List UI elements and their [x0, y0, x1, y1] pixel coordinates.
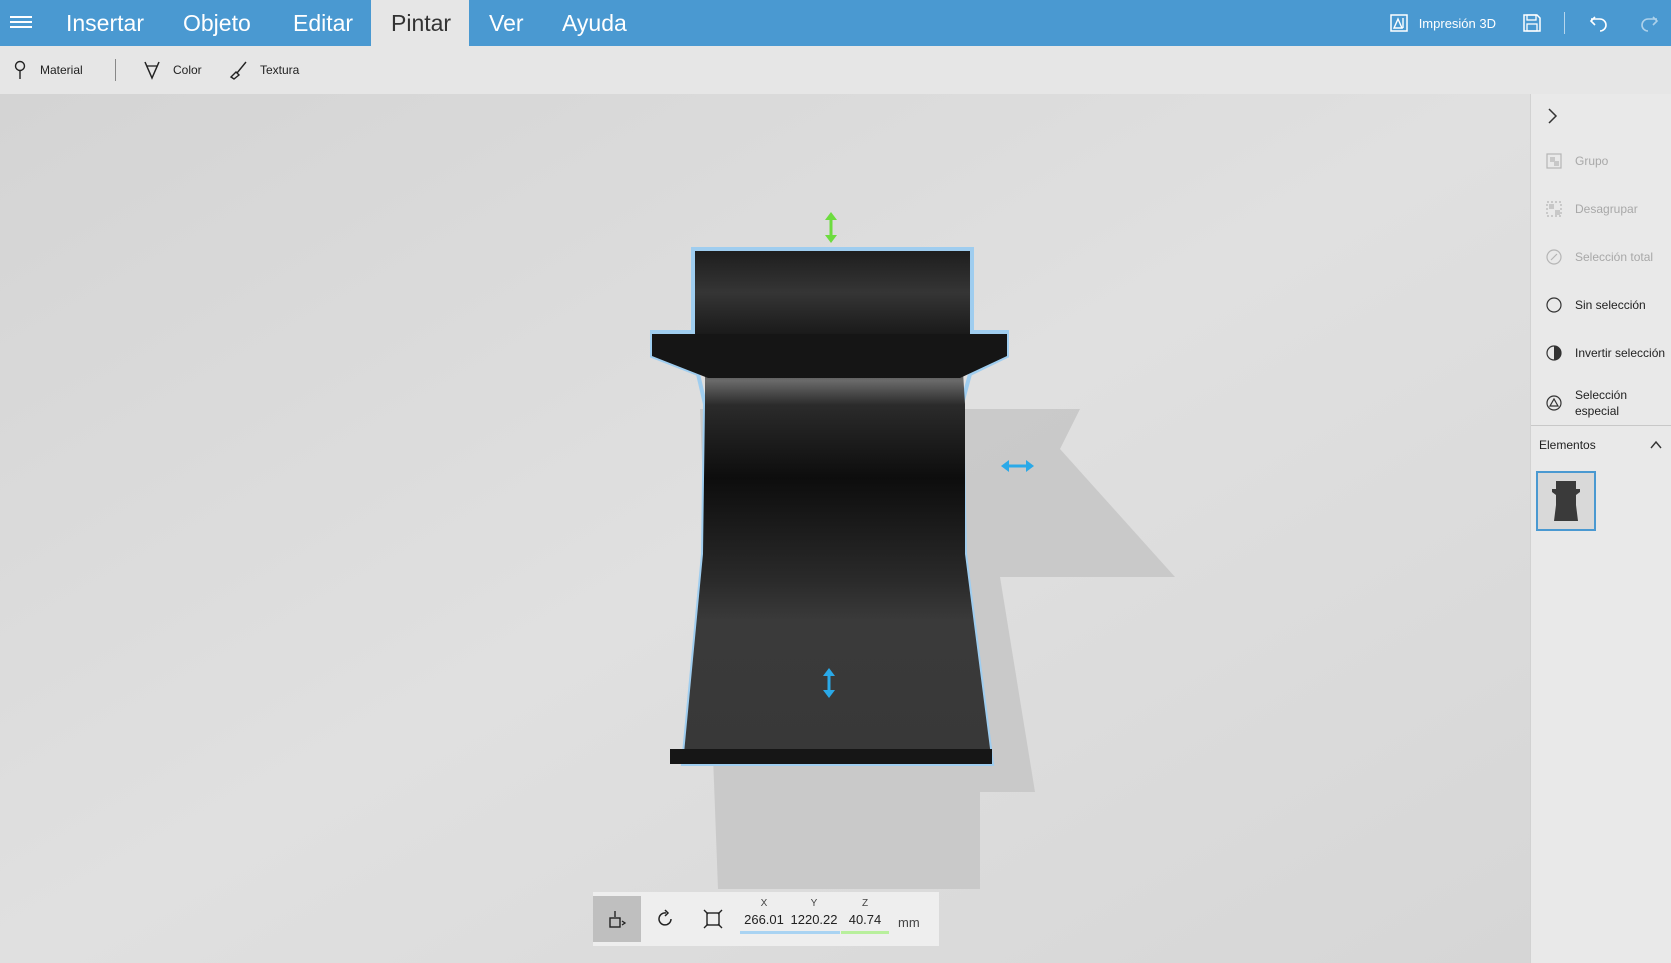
- scale-icon: [703, 909, 723, 929]
- special-selection-button[interactable]: Selección especial: [1545, 387, 1645, 419]
- selection-side-panel: Grupo Desagrupar Selección total Sin sel…: [1530, 94, 1671, 963]
- panel-divider: [1531, 425, 1671, 426]
- y-value[interactable]: 1220.22: [788, 912, 840, 934]
- tab-ayuda[interactable]: Ayuda: [542, 0, 647, 46]
- redo-button[interactable]: [1627, 0, 1671, 46]
- elements-heading: Elementos: [1539, 438, 1596, 452]
- invert-selection-button[interactable]: Invertir selección: [1545, 344, 1665, 362]
- hamburger-menu-icon[interactable]: [10, 13, 32, 33]
- object-top: [695, 251, 970, 334]
- save-button[interactable]: [1506, 0, 1558, 46]
- object-thumbnail-icon: [1552, 481, 1580, 521]
- y-coordinate[interactable]: Y 1220.22: [788, 898, 840, 934]
- material-button[interactable]: Material: [12, 46, 83, 94]
- chevron-right-icon: [1548, 108, 1558, 124]
- object-body: [683, 356, 992, 764]
- title-bar-tools: Impresión 3D: [1379, 0, 1671, 46]
- x-label: X: [760, 898, 768, 909]
- z-value[interactable]: 40.74: [841, 912, 889, 934]
- print-3d-icon: [1389, 14, 1408, 32]
- tab-editar[interactable]: Editar: [273, 0, 373, 46]
- print-3d-button[interactable]: Impresión 3D: [1379, 0, 1506, 46]
- collapse-panel-button[interactable]: [1545, 106, 1561, 131]
- move-tool-button[interactable]: [593, 896, 641, 942]
- undo-icon: [1589, 16, 1607, 32]
- z-label: Z: [861, 898, 869, 909]
- select-none-button[interactable]: Sin selección: [1545, 296, 1646, 314]
- transform-toolbar: X 266.01 Y 1220.22 Z 40.74 mm: [593, 892, 939, 946]
- undo-button[interactable]: [1571, 0, 1627, 46]
- x-value[interactable]: 266.01: [740, 912, 788, 934]
- object-ledge: [652, 334, 1007, 378]
- group-icon: [1545, 152, 1563, 170]
- ungroup-icon: [1545, 200, 1563, 218]
- select-none-icon: [1545, 296, 1563, 314]
- invert-selection-icon: [1545, 344, 1563, 362]
- y-label: Y: [810, 898, 818, 909]
- color-button[interactable]: Color: [143, 46, 202, 94]
- redo-icon: [1641, 16, 1659, 32]
- menu-bar: Insertar Objeto Editar Pintar Ver Ayuda …: [0, 0, 1671, 46]
- save-icon: [1523, 14, 1541, 32]
- rotate-tool-button[interactable]: [641, 896, 689, 942]
- scale-tool-button[interactable]: [689, 896, 737, 942]
- ribbon-separator: [115, 59, 116, 81]
- material-label: Material: [40, 63, 83, 77]
- toolbar-separator: [1564, 12, 1565, 34]
- select-all-button[interactable]: Selección total: [1545, 248, 1653, 266]
- drop-to-floor-icon: [609, 911, 627, 928]
- color-label: Color: [173, 63, 202, 77]
- ungroup-button[interactable]: Desagrupar: [1545, 200, 1638, 218]
- select-none-label: Sin selección: [1575, 298, 1646, 312]
- element-thumbnail[interactable]: [1536, 471, 1596, 531]
- unit-selector[interactable]: mm: [898, 915, 920, 930]
- group-label: Grupo: [1575, 154, 1609, 168]
- special-selection-label: Selección especial: [1575, 388, 1628, 418]
- 3d-viewport[interactable]: [0, 94, 1530, 963]
- tab-pintar[interactable]: Pintar: [371, 0, 469, 46]
- rotate-icon: [658, 909, 672, 926]
- texture-brush-icon: [229, 61, 247, 80]
- collapse-elements-button[interactable]: [1649, 438, 1663, 457]
- select-all-label: Selección total: [1575, 250, 1654, 264]
- paint-ribbon: Material Color Textura: [0, 46, 1671, 94]
- tab-ver[interactable]: Ver: [469, 0, 544, 46]
- ungroup-label: Desagrupar: [1575, 202, 1638, 216]
- scene-canvas: [0, 94, 1530, 963]
- color-bucket-icon: [144, 61, 160, 80]
- z-coordinate[interactable]: Z 40.74: [841, 898, 889, 934]
- tab-insertar[interactable]: Insertar: [46, 0, 164, 46]
- invert-selection-label: Invertir selección: [1575, 346, 1666, 360]
- group-button[interactable]: Grupo: [1545, 152, 1608, 170]
- print-3d-label: Impresión 3D: [1418, 15, 1496, 31]
- x-coordinate[interactable]: X 266.01: [740, 898, 788, 934]
- select-all-icon: [1545, 248, 1563, 266]
- tab-objeto[interactable]: Objeto: [163, 0, 271, 46]
- texture-label: Textura: [260, 63, 300, 77]
- object-base: [670, 749, 992, 764]
- texture-button[interactable]: Textura: [228, 46, 299, 94]
- material-icon: [14, 60, 26, 79]
- chevron-up-icon: [1650, 440, 1662, 449]
- special-selection-icon: [1545, 394, 1563, 412]
